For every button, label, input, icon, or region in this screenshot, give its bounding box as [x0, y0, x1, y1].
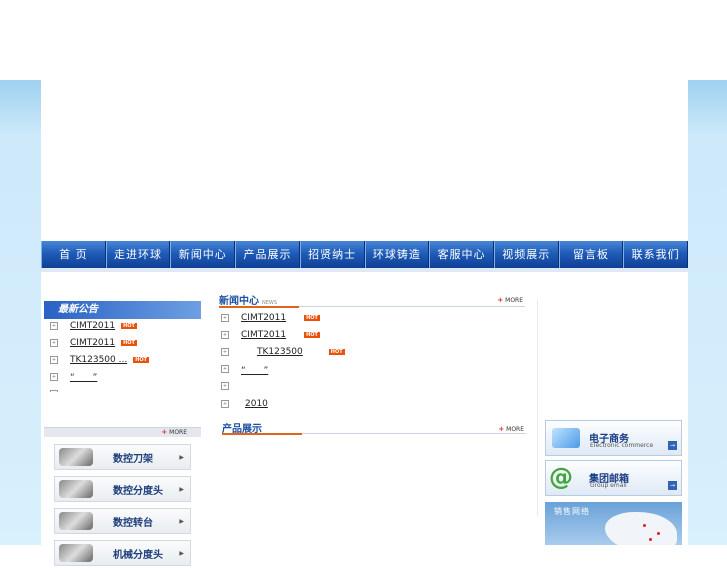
- hot-badge: HOT: [304, 331, 320, 338]
- title-underline: [222, 433, 302, 435]
- bullet-icon: +: [50, 355, 58, 364]
- arrow-right-icon: ▶: [179, 453, 184, 461]
- notice-list: + CIMT2011 HOT + CIMT2011 HOT + TK123500 ... H…: [50, 317, 200, 392]
- list-item[interactable]: +: [221, 378, 521, 395]
- products-more-link[interactable]: + MORE: [498, 425, 524, 433]
- list-item[interactable]: + TK123500 HOT: [221, 343, 521, 360]
- title-underline: [219, 306, 299, 308]
- location-marker-icon: [649, 538, 652, 541]
- sales-network-title: 销售网络: [554, 507, 590, 516]
- notice-link[interactable]: CIMT2011: [70, 321, 115, 331]
- bullet-icon: +: [50, 389, 58, 392]
- news-more-link[interactable]: + MORE: [497, 296, 523, 304]
- list-item[interactable]: + CIMT2011 HOT: [221, 326, 521, 343]
- category-item[interactable]: 数控刀架 ▶: [54, 444, 191, 470]
- list-item[interactable]: + CIMT2011 HOT: [50, 317, 200, 334]
- nav-products[interactable]: 产品展示: [235, 241, 300, 268]
- nav-service[interactable]: 客服中心: [429, 241, 494, 268]
- list-item[interactable]: + CIMT2011 HOT: [50, 334, 200, 351]
- category-label: 数控分度头: [113, 485, 163, 497]
- list-item[interactable]: + “ ”: [50, 368, 200, 385]
- column-divider: [537, 300, 538, 515]
- hot-badge: HOT: [133, 356, 150, 363]
- list-item[interactable]: +: [50, 385, 200, 392]
- hot-badge: HOT: [304, 314, 320, 321]
- group-email-subtitle: Group email: [590, 482, 627, 489]
- bullet-icon: +: [221, 382, 229, 391]
- news-title: 新闻中心 NEWS: [219, 296, 278, 307]
- category-header: + MORE: [44, 427, 201, 437]
- group-email-banner[interactable]: @ 集团邮箱 Group email →: [545, 460, 682, 496]
- nav-home[interactable]: 首 页: [41, 241, 106, 268]
- category-more-link[interactable]: + MORE: [161, 428, 187, 436]
- nav-casting[interactable]: 环球铸造: [364, 241, 430, 268]
- list-item[interactable]: + “ ”: [221, 361, 521, 378]
- at-sign-icon: @: [549, 463, 573, 491]
- bullet-icon: +: [221, 347, 229, 356]
- notice-link[interactable]: CIMT2011: [70, 338, 115, 348]
- hot-badge: HOT: [121, 339, 137, 346]
- ecommerce-subtitle: Electronic commerce: [590, 442, 654, 449]
- list-item[interactable]: +2010: [221, 395, 521, 412]
- news-link[interactable]: “ ”: [241, 363, 268, 376]
- china-map-image: [605, 512, 677, 545]
- monitor-icon: [552, 428, 580, 448]
- news-link[interactable]: 2010: [241, 399, 302, 409]
- news-link[interactable]: [241, 382, 279, 391]
- bullet-icon: +: [50, 338, 58, 347]
- list-item[interactable]: + CIMT2011 HOT: [221, 309, 521, 326]
- sales-network-map[interactable]: 销售网络: [545, 502, 682, 545]
- nav-news[interactable]: 新闻中心: [170, 241, 236, 268]
- location-marker-icon: [657, 532, 660, 535]
- arrow-right-icon: ▶: [179, 517, 184, 525]
- nav-divider: [41, 268, 688, 272]
- location-marker-icon: [643, 524, 646, 527]
- product-thumbnail: [59, 512, 93, 530]
- news-header: 新闻中心 NEWS + MORE: [219, 292, 525, 308]
- hot-badge: HOT: [121, 322, 137, 329]
- category-item[interactable]: 机械分度头 ▶: [54, 540, 191, 566]
- ecommerce-banner[interactable]: 电子商务 Electronic commerce →: [545, 420, 682, 456]
- bullet-icon: +: [221, 313, 229, 322]
- nav-guestbook[interactable]: 留言板: [558, 241, 624, 268]
- list-item[interactable]: + TK123500 ... HOT: [50, 351, 200, 368]
- category-label: 数控转台: [113, 517, 153, 529]
- arrow-right-icon: ▶: [179, 485, 184, 493]
- category-list: 数控刀架 ▶ 数控分度头 ▶ 数控转台 ▶ 机械分度头 ▶: [54, 444, 191, 572]
- product-thumbnail: [59, 480, 93, 498]
- news-link[interactable]: TK123500: [241, 347, 323, 357]
- nav-contact[interactable]: 联系我们: [623, 241, 689, 268]
- arrow-right-icon: ▶: [179, 549, 184, 557]
- category-label: 数控刀架: [113, 453, 153, 465]
- bullet-icon: +: [50, 372, 58, 381]
- hot-badge: HOT: [328, 348, 345, 355]
- arrow-right-icon: →: [668, 441, 677, 450]
- news-link[interactable]: CIMT2011: [241, 313, 286, 323]
- main-nav: 首 页 走进环球 新闻中心 产品展示 招贤纳士 环球铸造 客服中心 视频展示 留…: [41, 241, 689, 268]
- left-background: [0, 80, 41, 545]
- category-item[interactable]: 数控分度头 ▶: [54, 476, 191, 502]
- arrow-right-icon: →: [668, 481, 677, 490]
- nav-about[interactable]: 走进环球: [105, 241, 171, 268]
- nav-video[interactable]: 视频展示: [493, 241, 559, 268]
- news-list: + CIMT2011 HOT + CIMT2011 HOT + TK123500 HOT +…: [221, 309, 521, 412]
- bullet-icon: +: [221, 330, 229, 339]
- bullet-icon: +: [50, 321, 58, 330]
- nav-careers[interactable]: 招贤纳士: [299, 241, 365, 268]
- right-background: [688, 80, 727, 545]
- bullet-icon: +: [221, 365, 229, 374]
- bullet-icon: +: [221, 399, 229, 408]
- category-item[interactable]: 数控转台 ▶: [54, 508, 191, 534]
- products-header: 产品展示 + MORE: [222, 420, 526, 435]
- product-thumbnail: [59, 544, 93, 562]
- news-link[interactable]: CIMT2011: [241, 330, 286, 340]
- product-thumbnail: [59, 448, 93, 466]
- notice-link[interactable]: “ ”: [70, 370, 97, 383]
- notice-link[interactable]: TK123500 ...: [70, 355, 127, 365]
- category-label: 机械分度头: [113, 549, 163, 561]
